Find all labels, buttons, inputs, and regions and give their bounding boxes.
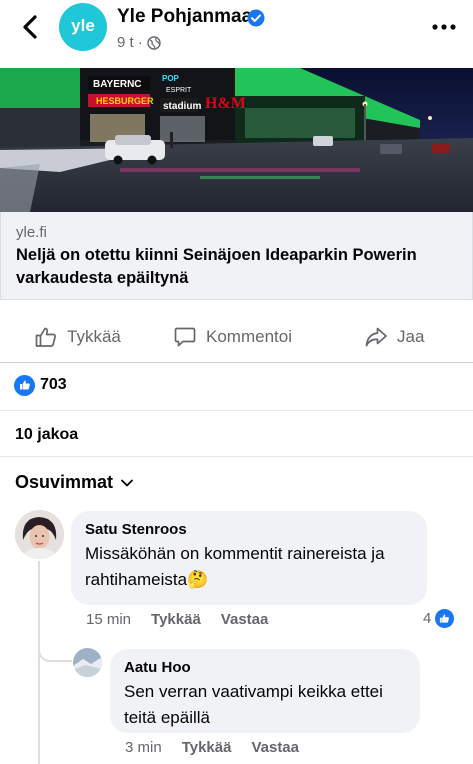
link-domain: yle.fi bbox=[16, 224, 47, 241]
share-button[interactable]: Jaa bbox=[364, 321, 424, 353]
like-reaction-icon bbox=[435, 609, 455, 628]
divider bbox=[0, 410, 473, 411]
sign-stadium: stadium bbox=[163, 101, 201, 112]
sign-hesburger: HESBURGER bbox=[96, 96, 154, 106]
comment-meta: 3 min Tykkää Vastaa bbox=[125, 739, 299, 756]
post-header: yle Yle Pohjanmaa 9 t · bbox=[0, 0, 473, 64]
page-name[interactable]: Yle Pohjanmaa bbox=[117, 6, 252, 28]
post-actions-bar: Tykkää Kommentoi Jaa bbox=[0, 311, 473, 363]
commenter-avatar[interactable] bbox=[15, 510, 64, 559]
divider bbox=[0, 456, 473, 457]
reactions-summary[interactable]: 703 bbox=[14, 373, 67, 397]
reaction-count: 703 bbox=[40, 376, 67, 393]
like-button[interactable]: Tykkää bbox=[34, 321, 121, 353]
reply-connector bbox=[38, 640, 72, 662]
comment-meta: 15 min Tykkää Vastaa bbox=[86, 611, 268, 628]
meta-separator: · bbox=[137, 34, 143, 51]
sign-esprit: ESPRIT bbox=[166, 87, 192, 94]
chevron-down-icon bbox=[121, 479, 133, 486]
comment-label: Kommentoi bbox=[206, 327, 292, 346]
sign-pop: POP bbox=[162, 74, 180, 83]
post-meta: 9 t · bbox=[117, 34, 161, 51]
sign-bayern: BAYERNC bbox=[93, 79, 142, 90]
comment-like-button[interactable]: Tykkää bbox=[182, 739, 232, 756]
comment-author[interactable]: Satu Stenroos bbox=[85, 521, 187, 538]
comment-sort-dropdown[interactable]: Osuvimmat bbox=[15, 472, 133, 493]
page-avatar[interactable]: yle bbox=[59, 3, 107, 51]
verified-badge-icon bbox=[247, 9, 265, 27]
sign-hm: H&M bbox=[205, 95, 246, 112]
shares-count[interactable]: 10 jakoa bbox=[15, 426, 78, 444]
comment-reply-button[interactable]: Vastaa bbox=[251, 739, 299, 756]
thread-line bbox=[38, 561, 40, 764]
comment-bubble[interactable]: Aatu Hoo Sen verran vaativampi keikka et… bbox=[110, 649, 420, 733]
commenter-avatar[interactable] bbox=[73, 648, 102, 677]
comment-icon bbox=[174, 327, 196, 347]
link-preview-card[interactable]: yle.fi Neljä on otettu kiinni Seinäjoen … bbox=[0, 212, 473, 300]
comment-author[interactable]: Aatu Hoo bbox=[124, 659, 191, 676]
link-preview-image[interactable]: BAYERNC HESBURGER POP ESPRIT stadium H&M bbox=[0, 68, 473, 212]
comment-likes[interactable]: 4 bbox=[423, 609, 455, 628]
comment-like-count: 4 bbox=[423, 610, 432, 627]
comment-reply-button[interactable]: Vastaa bbox=[221, 611, 269, 628]
like-label: Tykkää bbox=[67, 327, 121, 346]
comment-text: Sen verran vaativampi keikka ettei teitä… bbox=[124, 682, 383, 727]
post-time[interactable]: 9 t bbox=[117, 34, 134, 51]
yle-logo: yle bbox=[71, 16, 95, 35]
thumbs-up-icon bbox=[35, 327, 56, 347]
comment-button[interactable]: Kommentoi bbox=[173, 321, 292, 353]
like-reaction-icon bbox=[14, 374, 35, 396]
comment-time: 3 min bbox=[125, 739, 162, 756]
back-arrow-icon[interactable] bbox=[16, 12, 44, 42]
share-arrow-icon bbox=[365, 327, 387, 347]
share-label: Jaa bbox=[397, 327, 425, 346]
link-title: Neljä on otettu kiinni Seinäjoen Ideapar… bbox=[16, 246, 417, 287]
comment-bubble[interactable]: Satu Stenroos Missäköhän on kommentit ra… bbox=[71, 511, 427, 605]
comment-like-button[interactable]: Tykkää bbox=[151, 611, 201, 628]
more-options-icon[interactable] bbox=[430, 16, 458, 38]
globe-icon bbox=[146, 35, 161, 50]
sort-label: Osuvimmat bbox=[15, 472, 114, 492]
comment-text: Missäköhän on kommentit rainereista ja r… bbox=[85, 544, 385, 589]
comment-time: 15 min bbox=[86, 611, 132, 628]
